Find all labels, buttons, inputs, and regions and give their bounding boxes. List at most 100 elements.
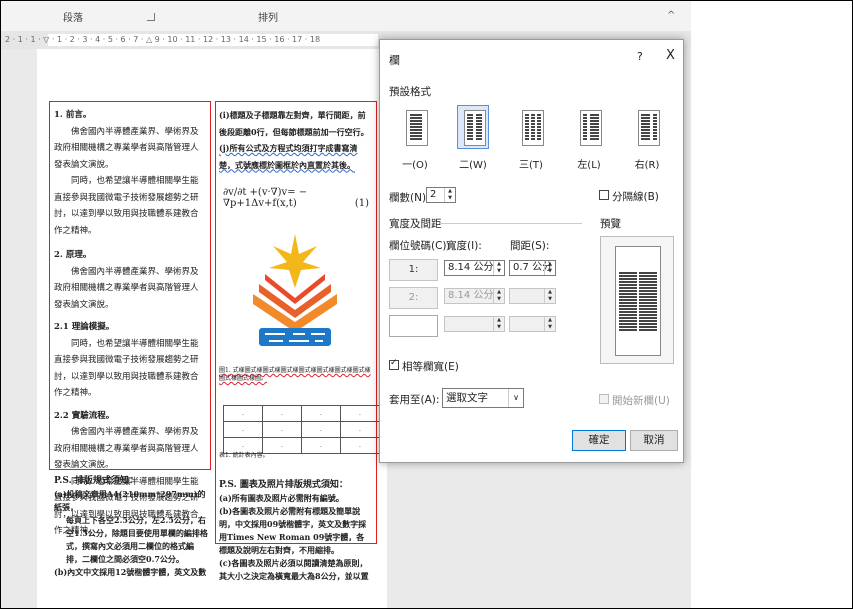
dialog-title: 欄 bbox=[389, 54, 400, 67]
word-window: 段落 排列 ^ 2 · 1 · 1 · ▽ · 1 · 2 · 3 · 4 · … bbox=[0, 0, 853, 609]
equation: ∂v/∂t +(v·∇)v= − ∇p+1Δv+f(x,t) (1) bbox=[223, 187, 373, 209]
right-ps-section[interactable]: P.S. 圖表及照片排版規式須知： (a)所有圖表及照片必需附有編號。 (b)各… bbox=[219, 479, 371, 583]
table-cell[interactable]: . bbox=[340, 405, 380, 422]
document-page[interactable]: 1. 前言。 佛舍國內半導體產業界、學術界及政府相關機構之專業學者與高階管理人發… bbox=[37, 49, 387, 608]
preview-label: 預覽 bbox=[600, 218, 621, 230]
apply-to-value: 選取文字 bbox=[446, 392, 488, 404]
ps-line: (a)所有圖表及照片必需附有編號。 bbox=[219, 493, 344, 503]
dialog-launcher-icon[interactable] bbox=[147, 13, 155, 21]
heading-principle: 2. 原理。 bbox=[54, 250, 92, 260]
column-2-width-input: 8.14 公分 ▲ ▼ bbox=[444, 288, 505, 304]
new-column-checkbox bbox=[599, 394, 609, 404]
table-cell[interactable]: . bbox=[262, 405, 302, 422]
preset-label-two[interactable]: 二(W) bbox=[453, 156, 493, 171]
column-number-cell bbox=[389, 315, 438, 337]
spinner-arrows-icon: ▲ ▼ bbox=[544, 317, 555, 331]
preset-label-left[interactable]: 左(L) bbox=[569, 156, 609, 171]
column-number-cell: 1: bbox=[389, 259, 438, 281]
cancel-button[interactable]: 取消 bbox=[630, 430, 678, 451]
width-header: 寬度(I): bbox=[446, 240, 482, 252]
ribbon-group-arrange: 排列 bbox=[258, 13, 278, 24]
paragraph: 同時，也希望讓半導體相關學生能直接參與我國微電子技術發展趨勢之研討，以達到學以致… bbox=[54, 176, 199, 236]
spacing-header: 間距(S): bbox=[510, 240, 550, 252]
equal-width-checkbox[interactable] bbox=[389, 358, 399, 370]
paragraph: 佛舍國內半導體產業界、學術界及政府相關機構之專業學者與高階管理人發表論文演說。 bbox=[54, 126, 199, 170]
line-between-label: 分隔線(B) bbox=[612, 191, 659, 203]
school-logo-icon bbox=[253, 234, 337, 346]
ps-heading-right: P.S. 圖表及照片排版規式須知： bbox=[219, 480, 348, 490]
divider bbox=[440, 223, 582, 224]
table-caption: 表1. 統計表內容。 bbox=[219, 452, 269, 459]
table-cell[interactable]: . bbox=[301, 405, 341, 422]
collapse-ribbon-icon[interactable]: ^ bbox=[667, 10, 675, 21]
new-column-label: 開始新欄(U) bbox=[612, 395, 670, 407]
preset-label-three[interactable]: 三(T) bbox=[511, 156, 551, 171]
spinner-arrows-icon[interactable]: ▲ ▼ bbox=[493, 261, 504, 275]
table-cell[interactable]: . bbox=[223, 405, 263, 422]
spinner-arrows-icon: ▲ ▼ bbox=[493, 289, 504, 303]
left-ps-section[interactable]: P.S. 排版規式須知： (a)投稿文章用A4(210mm*297mm)的紙張，… bbox=[54, 475, 209, 579]
column-number-cell: 2: bbox=[389, 287, 438, 309]
chevron-down-icon[interactable]: ∨ bbox=[508, 389, 523, 407]
spinner-arrows-icon[interactable]: ▲ ▼ bbox=[444, 188, 455, 202]
heading-intro: 1. 前言。 bbox=[54, 110, 92, 120]
ok-button[interactable]: 確定 bbox=[572, 430, 626, 451]
apply-to-label: 套用至(A): bbox=[389, 394, 440, 406]
column-1-width-input[interactable]: 8.14 公分 ▲ ▼ bbox=[444, 260, 505, 276]
ruler-marks: 2 · 1 · 1 · ▽ · 1 · 2 · 3 · 4 · 5 · 6 · … bbox=[5, 35, 321, 44]
equation-text: ∂v/∂t +(v·∇)v= − ∇p+1Δv+f(x,t) bbox=[223, 187, 308, 209]
ps-line: (c)各圖表及照片必須以閱讀清楚為原則，其大小之決定為橫寬最大為8公分，並以置 bbox=[219, 558, 369, 581]
num-cols-spinner[interactable]: 2 ▲ ▼ bbox=[426, 187, 456, 203]
column-3-spacing-input: ▲ ▼ bbox=[509, 316, 556, 332]
table-cell[interactable]: . bbox=[262, 421, 302, 438]
spinner-arrows-icon: ▲ ▼ bbox=[544, 289, 555, 303]
spinner-arrows-icon[interactable]: ▲ ▼ bbox=[544, 261, 555, 275]
ribbon-group-bar: 段落 排列 ^ bbox=[1, 1, 691, 32]
line-between-checkbox[interactable] bbox=[599, 190, 609, 200]
presets-label: 預設格式 bbox=[389, 86, 431, 98]
ps-line: (b)內文中文採用12號楷體字體，英文及數 bbox=[54, 567, 207, 577]
table-cell[interactable]: . bbox=[301, 421, 341, 438]
preset-three[interactable] bbox=[515, 105, 547, 149]
help-icon[interactable]: ? bbox=[637, 50, 643, 63]
column-2-spacing-input: ▲ ▼ bbox=[509, 288, 556, 304]
table-cell[interactable]: . bbox=[223, 421, 263, 438]
preset-one[interactable] bbox=[399, 105, 431, 149]
columns-dialog[interactable]: 欄 ? X 預設格式 一(O) 二(W) 三(T) 左(L) 右(R) 欄數(N… bbox=[379, 39, 684, 463]
num-cols-label: 欄數(N): bbox=[389, 192, 430, 204]
apply-to-select[interactable]: 選取文字 ∨ bbox=[442, 388, 524, 408]
equal-width-label: 相等欄寬(E) bbox=[402, 361, 459, 373]
ps-line-highlighted: 每頁上下各空2.5公分，左2.5公分，右空1.5公分，除題目要使用單欄的編排格式… bbox=[66, 515, 208, 564]
width-value: 8.14 公分 bbox=[448, 290, 494, 301]
table-cell[interactable]: . bbox=[340, 421, 380, 438]
statistics-table[interactable]: .... .... .... bbox=[223, 405, 380, 454]
ps-line: (b)各圖表及照片必需附有標題及簡單說明，中文採用09號楷體字，英文及數字採用T… bbox=[219, 506, 367, 555]
right-column-rules[interactable]: (i)標題及子標題靠左對齊，單行間距，前後段距離0行，但每節標題前加一行空行。 … bbox=[219, 107, 371, 173]
col-num-header: 欄位號碼(C): bbox=[389, 240, 451, 252]
num-cols-value: 2 bbox=[430, 189, 437, 200]
ps-heading-left: P.S. 排版規式須知： bbox=[54, 476, 138, 486]
paragraph: 佛舍國內半導體產業界、學術界及政府相關機構之專業學者與高階管理人發表論文演說。 bbox=[54, 266, 199, 310]
preview-column bbox=[619, 272, 637, 332]
equation-number: (1) bbox=[354, 198, 369, 209]
ribbon-group-paragraph: 段落 bbox=[63, 13, 83, 24]
width-spacing-label: 寬度及間距 bbox=[389, 218, 442, 230]
preset-label-one[interactable]: 一(O) bbox=[395, 156, 435, 171]
width-value: 8.14 公分 bbox=[448, 262, 494, 273]
preset-two[interactable] bbox=[457, 105, 489, 149]
preset-left[interactable] bbox=[573, 105, 605, 149]
heading-experiment: 2.2 實驗流程。 bbox=[54, 410, 115, 421]
paragraph: 同時，也希望讓半導體相關學生能直接參與我國微電子技術發展趨勢之研討，以達到學以致… bbox=[54, 338, 199, 399]
preview-box bbox=[600, 236, 674, 364]
preview-column bbox=[639, 272, 657, 332]
column-3-width-input: ▲ ▼ bbox=[444, 316, 505, 332]
preset-right[interactable] bbox=[631, 105, 663, 149]
close-icon[interactable]: X bbox=[666, 48, 675, 63]
preset-label-right[interactable]: 右(R) bbox=[627, 156, 667, 171]
figure-caption: 圖1. 式樣圖式樣圖式樣圖式樣圖式樣圖式樣圖式樣圖式樣圖式樣圖式樣圖。 bbox=[219, 367, 371, 382]
column-1-spacing-input[interactable]: 0.7 公分 ▲ ▼ bbox=[509, 260, 556, 276]
ps-line: (a)投稿文章用A4(210mm*297mm)的紙張， bbox=[54, 489, 206, 512]
paragraph: 佛舍國內半導體產業界、學術界及政府相關機構之專業學者與高階管理人發表論文演說。 bbox=[54, 427, 199, 470]
heading-theory: 2.1 理論模擬。 bbox=[54, 322, 115, 332]
preview-page bbox=[615, 246, 661, 356]
